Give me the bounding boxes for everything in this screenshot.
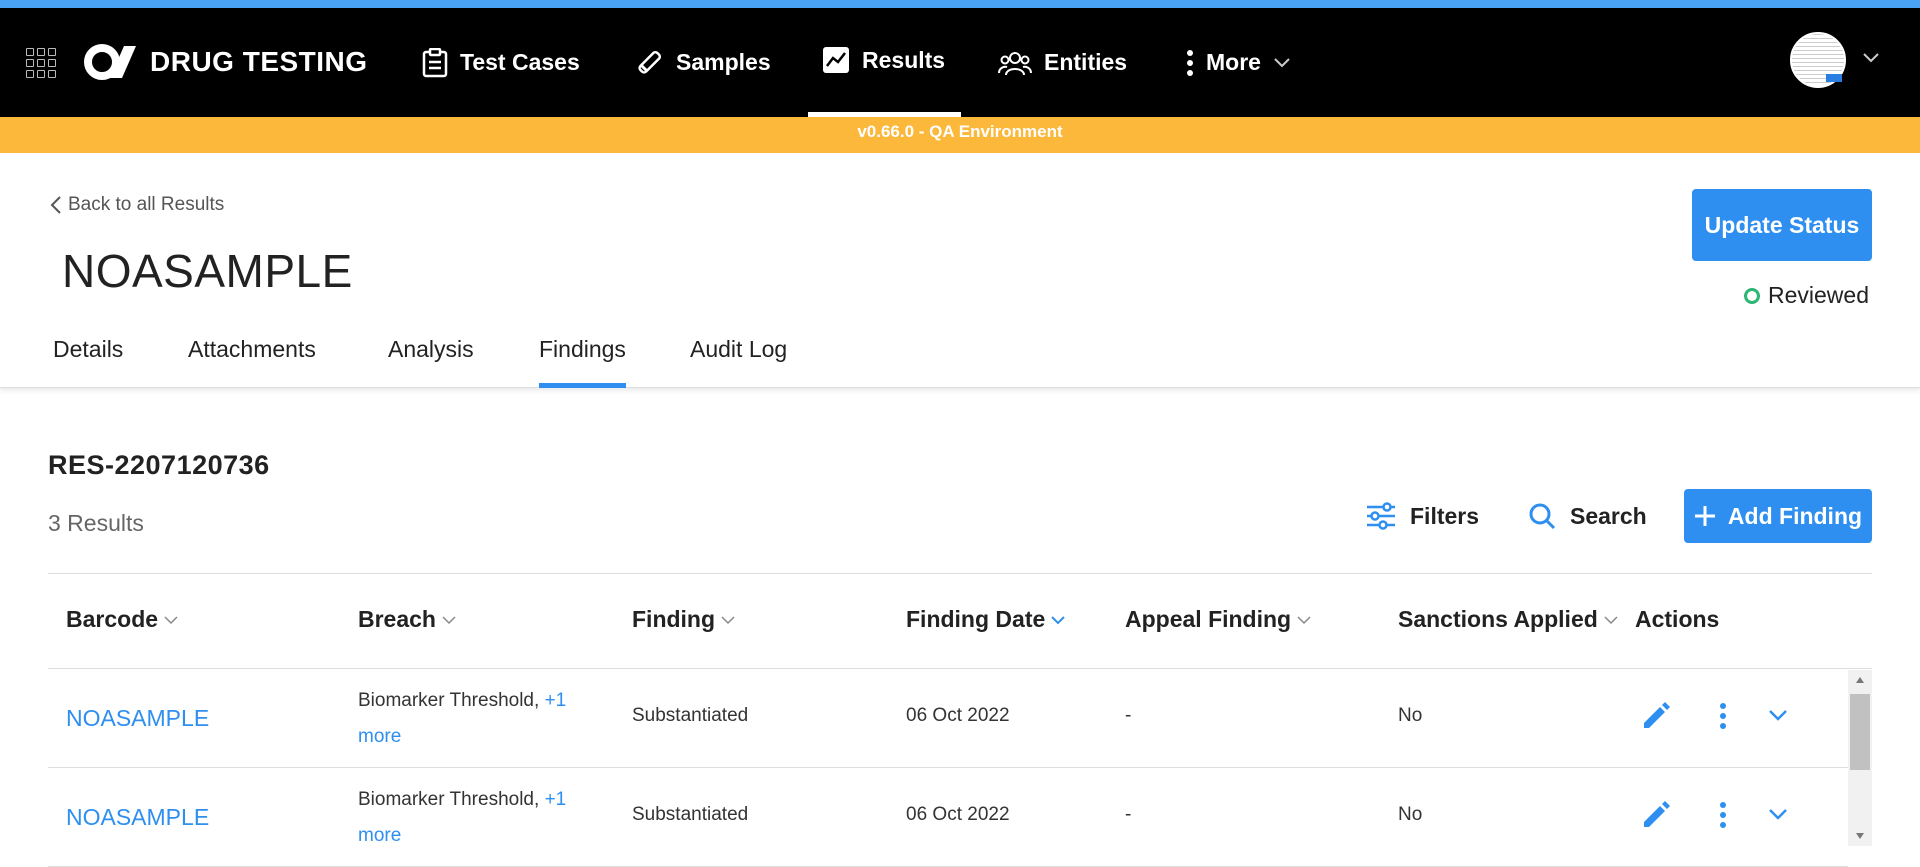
environment-banner: v0.66.0 - QA Environment — [0, 117, 1920, 153]
chart-icon — [823, 47, 849, 73]
chevron-down-icon — [1297, 615, 1311, 624]
filters-icon — [1367, 502, 1395, 530]
nav-samples[interactable]: Samples — [620, 8, 785, 117]
chevron-down-icon — [1274, 57, 1290, 67]
filters-button[interactable]: Filters — [1366, 496, 1479, 536]
column-header-sanctions-applied[interactable]: Sanctions Applied — [1398, 606, 1618, 633]
column-header-barcode[interactable]: Barcode — [66, 606, 178, 633]
chevron-down-icon[interactable] — [1862, 52, 1880, 64]
page-title: NOASAMPLE — [62, 245, 353, 297]
top-navbar: DRUG TESTING Test Cases Samples Results … — [0, 8, 1920, 117]
chevron-down-icon — [1051, 615, 1065, 624]
appeal-finding-cell: - — [1125, 804, 1132, 825]
result-id: RES-2207120736 — [48, 450, 270, 480]
tab-attachments[interactable]: Attachments — [188, 330, 316, 388]
status-indicator: Reviewed — [1744, 282, 1869, 309]
app-grid-icon[interactable] — [26, 48, 56, 78]
sanctions-cell: No — [1398, 804, 1423, 825]
nav-label: More — [1206, 49, 1261, 75]
status-label: Reviewed — [1768, 282, 1869, 308]
finding-date-cell: 06 Oct 2022 — [906, 804, 1010, 825]
column-header-finding[interactable]: Finding — [632, 606, 735, 633]
logo-icon[interactable] — [84, 42, 140, 82]
edit-icon[interactable] — [1640, 701, 1670, 736]
nav-label: Test Cases — [460, 49, 580, 75]
chevron-down-icon — [1604, 615, 1618, 624]
people-icon — [998, 51, 1032, 75]
table-row: NOASAMPLE Biomarker Threshold, +1 more S… — [48, 669, 1848, 768]
barcode-link[interactable]: NOASAMPLE — [66, 804, 209, 831]
add-finding-button[interactable]: Add Finding — [1684, 489, 1872, 543]
tab-analysis[interactable]: Analysis — [388, 330, 474, 388]
nav-label: Samples — [676, 49, 771, 75]
status-dot-icon — [1744, 287, 1760, 304]
kebab-icon — [1187, 49, 1193, 76]
column-header-appeal-finding[interactable]: Appeal Finding — [1125, 606, 1311, 633]
nav-test-cases[interactable]: Test Cases — [408, 8, 594, 117]
nav-entities[interactable]: Entities — [984, 8, 1141, 117]
scroll-down-icon[interactable] — [1855, 832, 1865, 840]
back-label: Back to all Results — [68, 194, 225, 215]
chevron-left-icon — [50, 196, 61, 214]
tab-audit-log[interactable]: Audit Log — [690, 330, 787, 388]
update-status-button[interactable]: Update Status — [1692, 189, 1872, 261]
sanctions-cell: No — [1398, 705, 1423, 726]
scroll-up-icon[interactable] — [1855, 676, 1865, 684]
table-row: NOASAMPLE Biomarker Threshold, +1 more S… — [48, 768, 1848, 867]
breach-cell: Biomarker Threshold, +1 more — [358, 690, 567, 747]
nav-results[interactable]: Results — [808, 8, 961, 117]
barcode-link[interactable]: NOASAMPLE — [66, 705, 209, 732]
chevron-down-icon[interactable] — [1768, 808, 1788, 827]
avatar-badge — [1826, 74, 1842, 82]
kebab-icon[interactable] — [1718, 800, 1728, 835]
column-header-actions: Actions — [1635, 606, 1720, 632]
finding-cell: Substantiated — [632, 705, 749, 726]
search-button[interactable]: Search — [1528, 496, 1647, 536]
back-link[interactable]: Back to all Results — [50, 194, 224, 216]
tab-bar: Details Attachments Analysis Findings Au… — [0, 330, 1920, 388]
nav-label: Entities — [1044, 49, 1128, 75]
result-count: 3 Results — [48, 510, 144, 536]
chevron-down-icon — [721, 615, 735, 624]
scrollbar-thumb[interactable] — [1850, 694, 1870, 770]
filters-label: Filters — [1410, 502, 1480, 529]
nav-more[interactable]: More — [1172, 8, 1305, 117]
search-label: Search — [1570, 502, 1647, 529]
add-finding-label: Add Finding — [1727, 502, 1863, 529]
tab-findings[interactable]: Findings — [539, 330, 626, 388]
brand-name[interactable]: DRUG TESTING — [150, 46, 368, 78]
appeal-finding-cell: - — [1125, 705, 1132, 726]
kebab-icon[interactable] — [1718, 701, 1728, 736]
nav-label: Results — [862, 46, 946, 73]
table-scrollbar[interactable] — [1848, 670, 1872, 846]
edit-icon[interactable] — [1640, 800, 1670, 835]
chevron-down-icon[interactable] — [1768, 709, 1788, 728]
test-tube-icon — [638, 50, 662, 74]
chevron-down-icon — [164, 615, 178, 624]
clipboard-icon — [422, 47, 448, 77]
table-header: Barcode Breach Finding Finding Date Appe… — [48, 573, 1872, 669]
column-header-breach[interactable]: Breach — [358, 606, 456, 633]
column-header-finding-date[interactable]: Finding Date — [906, 606, 1065, 633]
tab-details[interactable]: Details — [53, 330, 123, 388]
findings-table: Barcode Breach Finding Finding Date Appe… — [48, 573, 1872, 867]
chevron-down-icon — [442, 615, 456, 624]
plus-icon — [1694, 506, 1715, 526]
search-icon — [1529, 503, 1556, 530]
finding-cell: Substantiated — [632, 804, 749, 825]
breach-cell: Biomarker Threshold, +1 more — [358, 789, 567, 846]
top-accent-strip — [0, 0, 1920, 8]
finding-date-cell: 06 Oct 2022 — [906, 705, 1010, 726]
